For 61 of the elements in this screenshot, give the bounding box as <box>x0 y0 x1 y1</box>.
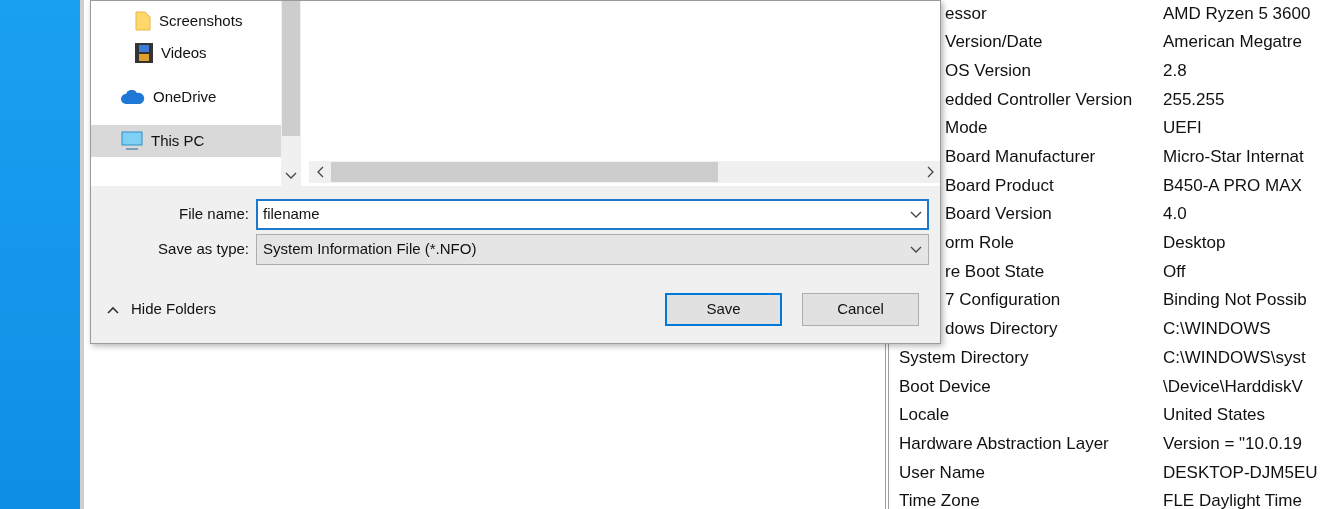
summary-value: Micro-Star Internat <box>1163 146 1304 169</box>
summary-value: Desktop <box>1163 232 1226 255</box>
summary-value: C:\WINDOWS <box>1163 318 1271 341</box>
summary-item: Mode <box>945 118 988 138</box>
summary-value: 255.255 <box>1163 88 1225 111</box>
summary-item: User Name <box>899 462 985 482</box>
dropdown-icon <box>910 245 922 254</box>
field-label: Save as type: <box>157 239 250 260</box>
summary-value: United States <box>1163 404 1266 427</box>
cloud-icon <box>121 90 145 104</box>
monitor-icon <box>121 131 143 151</box>
scrollbar-thumb[interactable] <box>331 162 718 182</box>
summary-item: Boot Device <box>899 376 991 396</box>
summary-value: UEFI <box>1163 117 1202 140</box>
hide-folders-button[interactable]: Hide Folders <box>107 298 217 321</box>
nav-item[interactable]: Screenshots <box>91 5 281 37</box>
folder-icon <box>135 11 151 31</box>
file-name-field[interactable]: filename <box>256 199 929 230</box>
summary-item: OS Version <box>945 60 1031 80</box>
summary-item: essor <box>945 3 987 23</box>
cancel-button[interactable]: Cancel <box>802 293 919 326</box>
summary-item: re Boot State <box>945 261 1045 281</box>
horizontal-scrollbar[interactable] <box>309 161 940 183</box>
summary-item: Hardware Abstraction Layer <box>899 433 1109 453</box>
summary-item: System Directory <box>899 347 1029 367</box>
summary-value: 4.0 <box>1163 203 1187 226</box>
summary-value: DESKTOP-DJM5EU <box>1163 461 1318 484</box>
scrollbar-thumb[interactable] <box>282 1 300 136</box>
summary-item: Version/Date <box>945 32 1043 52</box>
scroll-right-icon <box>927 166 935 178</box>
summary-item: Board Manufacturer <box>945 147 1096 167</box>
summary-item: orm Role <box>945 233 1014 253</box>
summary-value: \Device\HarddiskV <box>1163 375 1303 398</box>
scroll-left-icon <box>316 166 324 178</box>
summary-value: FLE Daylight Time <box>1163 490 1302 509</box>
summary-value: Binding Not Possib <box>1163 289 1307 312</box>
save-button[interactable]: Save <box>665 293 782 326</box>
summary-value: Version = "10.0.19 <box>1163 432 1302 455</box>
nav-item[interactable]: Videos <box>91 37 281 69</box>
nav-item[interactable]: OneDrive <box>91 81 281 113</box>
scroll-down-icon <box>285 172 297 180</box>
summary-item: Time Zone <box>899 491 980 509</box>
summary-value: American Megatre <box>1163 31 1302 54</box>
chevron-up-icon <box>107 305 119 314</box>
summary-value: C:\WINDOWS\syst <box>1163 346 1306 369</box>
summary-item: Board Version <box>945 204 1052 224</box>
summary-item: dows Directory <box>945 319 1058 339</box>
summary-value: B450-A PRO MAX <box>1163 174 1302 197</box>
summary-value: Off <box>1163 260 1186 283</box>
nav-item[interactable]: This PC <box>91 125 281 157</box>
film-icon <box>135 43 153 63</box>
summary-value: AMD Ryzen 5 3600 <box>1163 2 1311 25</box>
summary-item: edded Controller Version <box>945 89 1133 109</box>
vertical-scrollbar[interactable] <box>281 1 301 186</box>
save-type-dropdown[interactable]: System Information File (*.NFO) <box>256 234 929 265</box>
field-label: File name: <box>177 204 250 225</box>
summary-value: 2.8 <box>1163 59 1187 82</box>
dropdown-icon <box>910 210 922 219</box>
summary-item: Locale <box>899 405 950 425</box>
summary-item: 7 Configuration <box>945 290 1061 310</box>
summary-item: Board Product <box>945 175 1054 195</box>
